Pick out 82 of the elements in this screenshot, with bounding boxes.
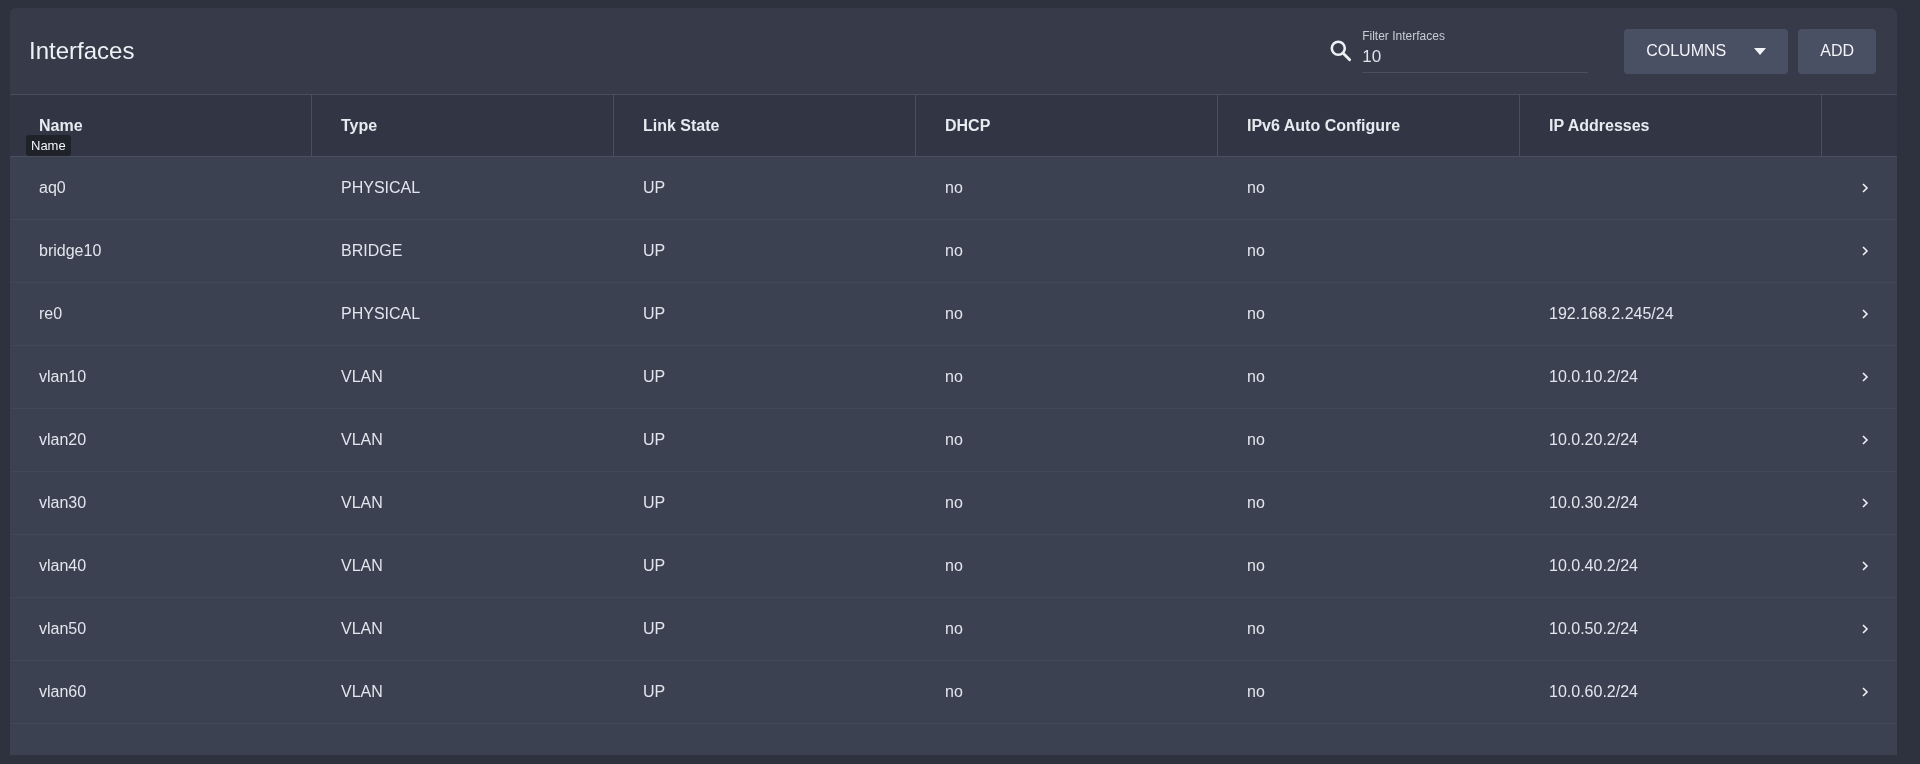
table-cell-text: UP: [642, 494, 666, 511]
table-cell-text: no: [1246, 305, 1265, 322]
table-cell-text: VLAN: [340, 431, 383, 448]
chevron-right-icon[interactable]: [1861, 308, 1869, 320]
table-cell-text: 10.0.60.2/24: [1548, 683, 1638, 700]
table-cell-text: vlan30: [38, 494, 87, 511]
tooltip: Name: [26, 135, 71, 156]
table-cell-text: VLAN: [340, 557, 383, 574]
table-cell-text: PHYSICAL: [340, 179, 421, 196]
filter-field[interactable]: 10: [1362, 47, 1589, 73]
table-cell-text: UP: [642, 368, 666, 385]
table-cell-text: no: [1246, 683, 1265, 700]
chevron-right-icon[interactable]: [1861, 686, 1869, 698]
table-cell-text: no: [1246, 494, 1265, 511]
table-cell-text: no: [944, 683, 963, 700]
table-cell-text: no: [1246, 242, 1265, 259]
table-cell-text: no: [1246, 557, 1265, 574]
table-cell-text: no: [944, 431, 963, 448]
table-row[interactable]: aq0 PHYSICAL UP no no: [10, 157, 1897, 220]
table-cell-text: aq0: [38, 179, 66, 196]
table-cell-text: 10.0.10.2/24: [1548, 368, 1638, 385]
table-cell-text: re0: [38, 305, 63, 322]
table-row[interactable]: bridge10 BRIDGE UP no no: [10, 220, 1897, 283]
table-cell-text: VLAN: [340, 620, 383, 637]
column-header[interactable]: Link State: [614, 95, 916, 156]
table-cell-text: no: [944, 179, 963, 196]
table-row[interactable]: vlan20 VLAN UP no no 10.0.20.2/24: [10, 409, 1897, 472]
table-cell-text: vlan50: [38, 620, 87, 637]
column-header[interactable]: Type: [312, 95, 614, 156]
table-cell-text: UP: [642, 431, 666, 448]
table-row[interactable]: vlan10 VLAN UP no no 10.0.10.2/24: [10, 346, 1897, 409]
table-cell-text: 10.0.40.2/24: [1548, 557, 1638, 574]
table-cell-text: UP: [642, 179, 666, 196]
table-cell-text: no: [1246, 431, 1265, 448]
chevron-right-icon[interactable]: [1861, 623, 1869, 635]
table-cell-text: VLAN: [340, 368, 383, 385]
field-label: Filter Interfaces: [1362, 29, 1445, 43]
chevron-right-icon[interactable]: [1861, 245, 1869, 257]
chevron-right-icon[interactable]: [1861, 371, 1869, 383]
table-cell-text: no: [944, 242, 963, 259]
column-header[interactable]: DHCP: [916, 95, 1218, 156]
table-cell-text: UP: [642, 683, 666, 700]
chevron-right-icon[interactable]: [1861, 182, 1869, 194]
chevron-right-icon[interactable]: [1861, 434, 1869, 446]
table-cell-text: BRIDGE: [340, 242, 403, 259]
add-button[interactable]: ADD: [1798, 28, 1876, 74]
table-cell-text: vlan60: [38, 683, 87, 700]
table-row[interactable]: vlan40 VLAN UP no no 10.0.40.2/24: [10, 535, 1897, 598]
table-cell-text: vlan20: [38, 431, 87, 448]
table-cell-text: PHYSICAL: [340, 305, 421, 322]
table-cell-text: 10.0.20.2/24: [1548, 431, 1638, 448]
table-cell-text: no: [944, 368, 963, 385]
table-cell-text: UP: [642, 620, 666, 637]
table-cell-text: no: [944, 557, 963, 574]
table-row[interactable]: re0 PHYSICAL UP no no 192.168.2.245/24: [10, 283, 1897, 346]
table-cell-text: no: [944, 620, 963, 637]
column-header[interactable]: IPv6 Auto Configure: [1218, 95, 1520, 156]
table-cell-text: 192.168.2.245/24: [1548, 305, 1674, 322]
table-cell-text: no: [1246, 620, 1265, 637]
table-cell-text: no: [1246, 368, 1265, 385]
columns-dropdown[interactable]: COLUMNS: [1624, 28, 1789, 74]
table-row[interactable]: vlan50 VLAN UP no no 10.0.50.2/24: [10, 598, 1897, 661]
table-cell-text: VLAN: [340, 494, 383, 511]
table-cell-text: vlan10: [38, 368, 87, 385]
table-cell-text: vlan40: [38, 557, 87, 574]
table-cell-text: UP: [642, 242, 666, 259]
table-cell-text: 10.0.50.2/24: [1548, 620, 1638, 637]
chevron-right-icon[interactable]: [1861, 497, 1869, 509]
table-row[interactable]: vlan30 VLAN UP no no 10.0.30.2/24: [10, 472, 1897, 535]
table-cell-text: 10.0.30.2/24: [1548, 494, 1638, 511]
column-header[interactable]: IP Addresses: [1520, 95, 1822, 156]
table-row[interactable]: vlan60 VLAN UP no no 10.0.60.2/24: [10, 661, 1897, 724]
caret-icon: [1754, 47, 1767, 55]
table-cell-text: no: [1246, 179, 1265, 196]
table-cell-text: VLAN: [340, 683, 383, 700]
table-cell-text: no: [944, 305, 963, 322]
table-cell-text: bridge10: [38, 242, 102, 259]
table-cell-text: UP: [642, 557, 666, 574]
table-cell-text: UP: [642, 305, 666, 322]
table-cell-text: no: [944, 494, 963, 511]
page-title: Interfaces: [29, 37, 136, 65]
chevron-right-icon[interactable]: [1861, 560, 1869, 572]
